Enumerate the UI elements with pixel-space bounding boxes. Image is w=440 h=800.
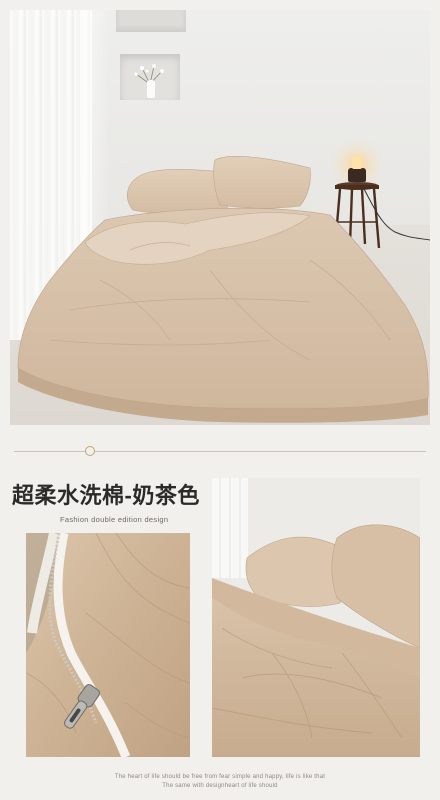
footer-text-line1: The heart of life should be free from fe… bbox=[114, 774, 326, 780]
hero-bedroom-photo bbox=[10, 10, 430, 425]
bed-with-duvet bbox=[17, 156, 429, 423]
pillow-right bbox=[213, 156, 311, 209]
section-divider bbox=[14, 451, 426, 452]
pillows-closeup-photo bbox=[212, 478, 420, 757]
section-title: 超柔水洗棉-奶茶色 bbox=[12, 483, 200, 508]
zipper-closeup-photo bbox=[26, 533, 190, 757]
footer-text-line2: The same with designheart of life should bbox=[162, 783, 278, 789]
section-subtitle: Fashion double edition design bbox=[60, 515, 169, 524]
divider-dot-icon bbox=[85, 446, 95, 456]
